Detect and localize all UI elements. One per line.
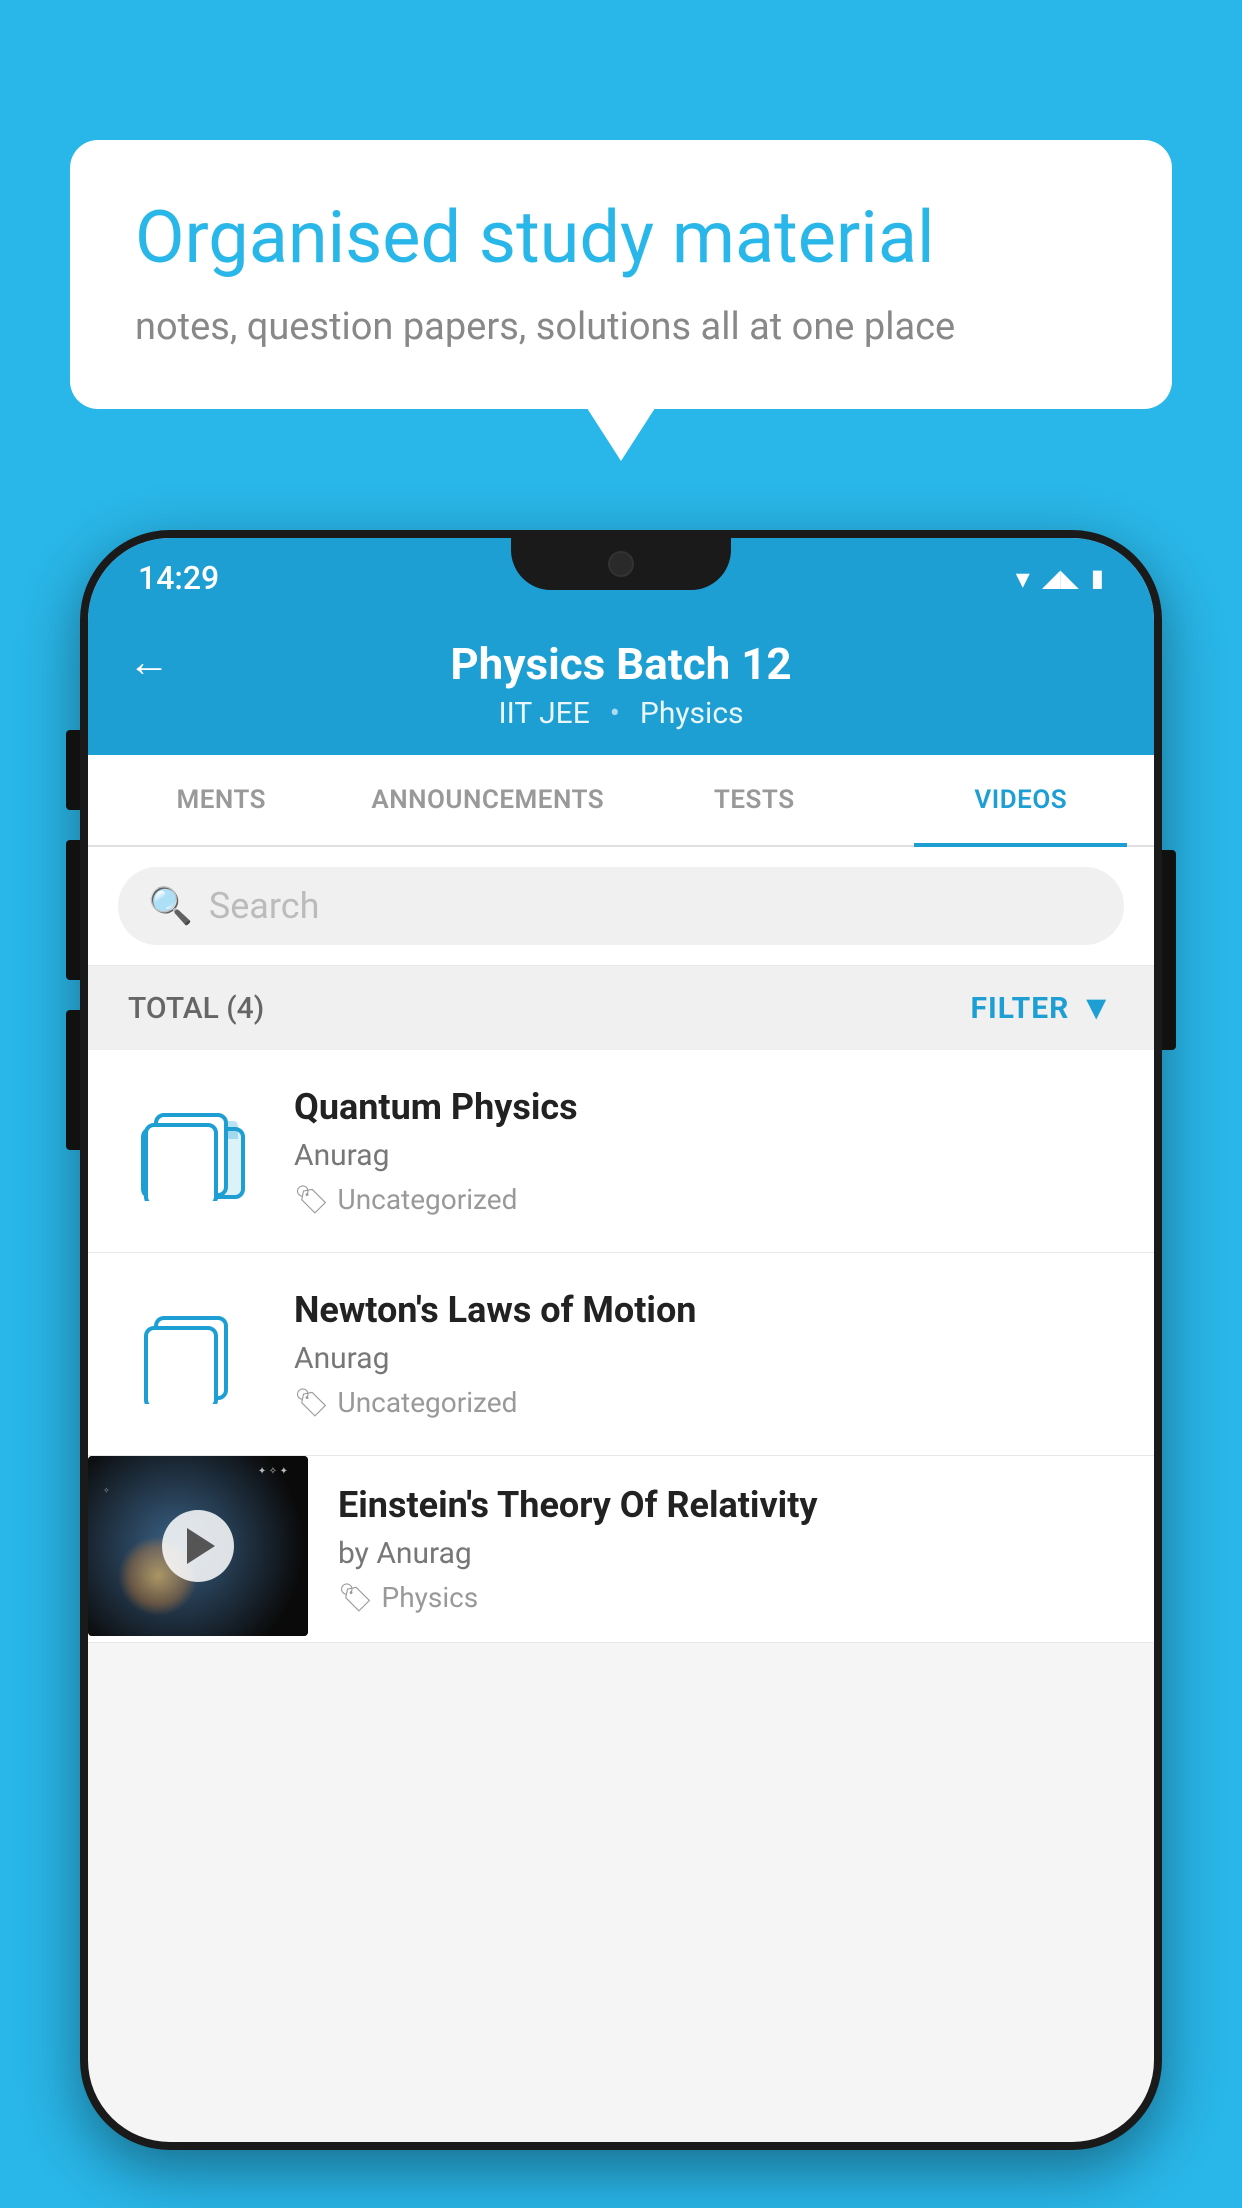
video-thumbnail-1 (128, 1086, 258, 1216)
phone-frame: 14:29 ▾ ◢◣ ▮ ← Physics Batch 12 IIT JEE … (80, 530, 1162, 2150)
tag-icon-2: 🏷 (294, 1386, 330, 1419)
search-placeholder-text: Search (209, 885, 320, 927)
phone-notch (511, 538, 731, 590)
filter-bar: TOTAL (4) FILTER ▼ (88, 966, 1154, 1050)
video-author-3: by Anurag (338, 1536, 1124, 1571)
play-triangle-icon (187, 1528, 215, 1564)
phone-camera (608, 551, 634, 577)
breadcrumb-separator: • (610, 696, 620, 731)
battery-icon: ▮ (1091, 564, 1104, 592)
video-tag-2: 🏷 Uncategorized (294, 1386, 1114, 1419)
video-tag-3: 🏷 Physics (338, 1581, 1124, 1614)
video-item-2[interactable]: Newton's Laws of Motion Anurag 🏷 Uncateg… (88, 1253, 1154, 1456)
filter-funnel-icon: ▼ (1079, 988, 1114, 1028)
video-item-3[interactable]: ✦ ✧ ✦ ✧ Einstein's Theory Of Relativity … (88, 1456, 1154, 1643)
play-button-3[interactable] (162, 1510, 234, 1582)
video-info-1: Quantum Physics Anurag 🏷 Uncategorized (294, 1086, 1114, 1216)
filter-label: FILTER (971, 991, 1070, 1026)
phone-inner: 14:29 ▾ ◢◣ ▮ ← Physics Batch 12 IIT JEE … (88, 538, 1154, 2142)
status-time: 14:29 (138, 559, 219, 597)
tag-label-2: Uncategorized (338, 1386, 518, 1419)
tag-icon-1: 🏷 (294, 1183, 330, 1216)
video-title-1: Quantum Physics (294, 1086, 1114, 1128)
tag-icon-3: 🏷 (338, 1581, 374, 1614)
wifi-icon: ▾ (1016, 562, 1030, 595)
video-thumbnail-3: ✦ ✧ ✦ ✧ (88, 1456, 308, 1636)
video-tag-1: 🏷 Uncategorized (294, 1183, 1114, 1216)
header-title: Physics Batch 12 (450, 638, 791, 690)
app-header: ← Physics Batch 12 IIT JEE • Physics (88, 610, 1154, 755)
tab-bar: MENTS ANNOUNCEMENTS TESTS VIDEOS (88, 755, 1154, 847)
tag-label-3: Physics (382, 1581, 479, 1614)
total-count: TOTAL (4) (128, 991, 264, 1026)
video-author-2: Anurag (294, 1341, 1114, 1376)
tag-label-1: Uncategorized (338, 1183, 518, 1216)
video-info-2: Newton's Laws of Motion Anurag 🏷 Uncateg… (294, 1289, 1114, 1419)
speech-bubble-container: Organised study material notes, question… (70, 140, 1172, 409)
filter-button[interactable]: FILTER ▼ (971, 988, 1114, 1028)
tab-announcements[interactable]: ANNOUNCEMENTS (355, 755, 622, 845)
status-icons: ▾ ◢◣ ▮ (1016, 562, 1104, 595)
video-author-1: Anurag (294, 1138, 1114, 1173)
header-breadcrumb: IIT JEE • Physics (498, 696, 743, 731)
tab-tests[interactable]: TESTS (621, 755, 888, 845)
folder-icon-2 (138, 1304, 248, 1404)
tab-videos[interactable]: VIDEOS (888, 755, 1155, 845)
video-title-3: Einstein's Theory Of Relativity (338, 1484, 1124, 1526)
video-list: Quantum Physics Anurag 🏷 Uncategorized (88, 1050, 1154, 1643)
folder-icon-1 (138, 1101, 248, 1201)
video-thumbnail-2 (128, 1289, 258, 1419)
speech-bubble: Organised study material notes, question… (70, 140, 1172, 409)
search-bar[interactable]: 🔍 Search (118, 867, 1124, 945)
search-bar-container: 🔍 Search (88, 847, 1154, 966)
breadcrumb-physics: Physics (640, 696, 744, 731)
video-item-1[interactable]: Quantum Physics Anurag 🏷 Uncategorized (88, 1050, 1154, 1253)
search-icon: 🔍 (148, 885, 193, 927)
video-info-3: Einstein's Theory Of Relativity by Anura… (308, 1456, 1154, 1642)
tab-ments[interactable]: MENTS (88, 755, 355, 845)
bubble-title: Organised study material (135, 195, 1107, 281)
back-button[interactable]: ← (128, 638, 170, 687)
bubble-subtitle: notes, question papers, solutions all at… (135, 305, 1107, 349)
signal-icon: ◢◣ (1042, 564, 1079, 592)
breadcrumb-iitjee: IIT JEE (498, 696, 589, 731)
video-title-2: Newton's Laws of Motion (294, 1289, 1114, 1331)
